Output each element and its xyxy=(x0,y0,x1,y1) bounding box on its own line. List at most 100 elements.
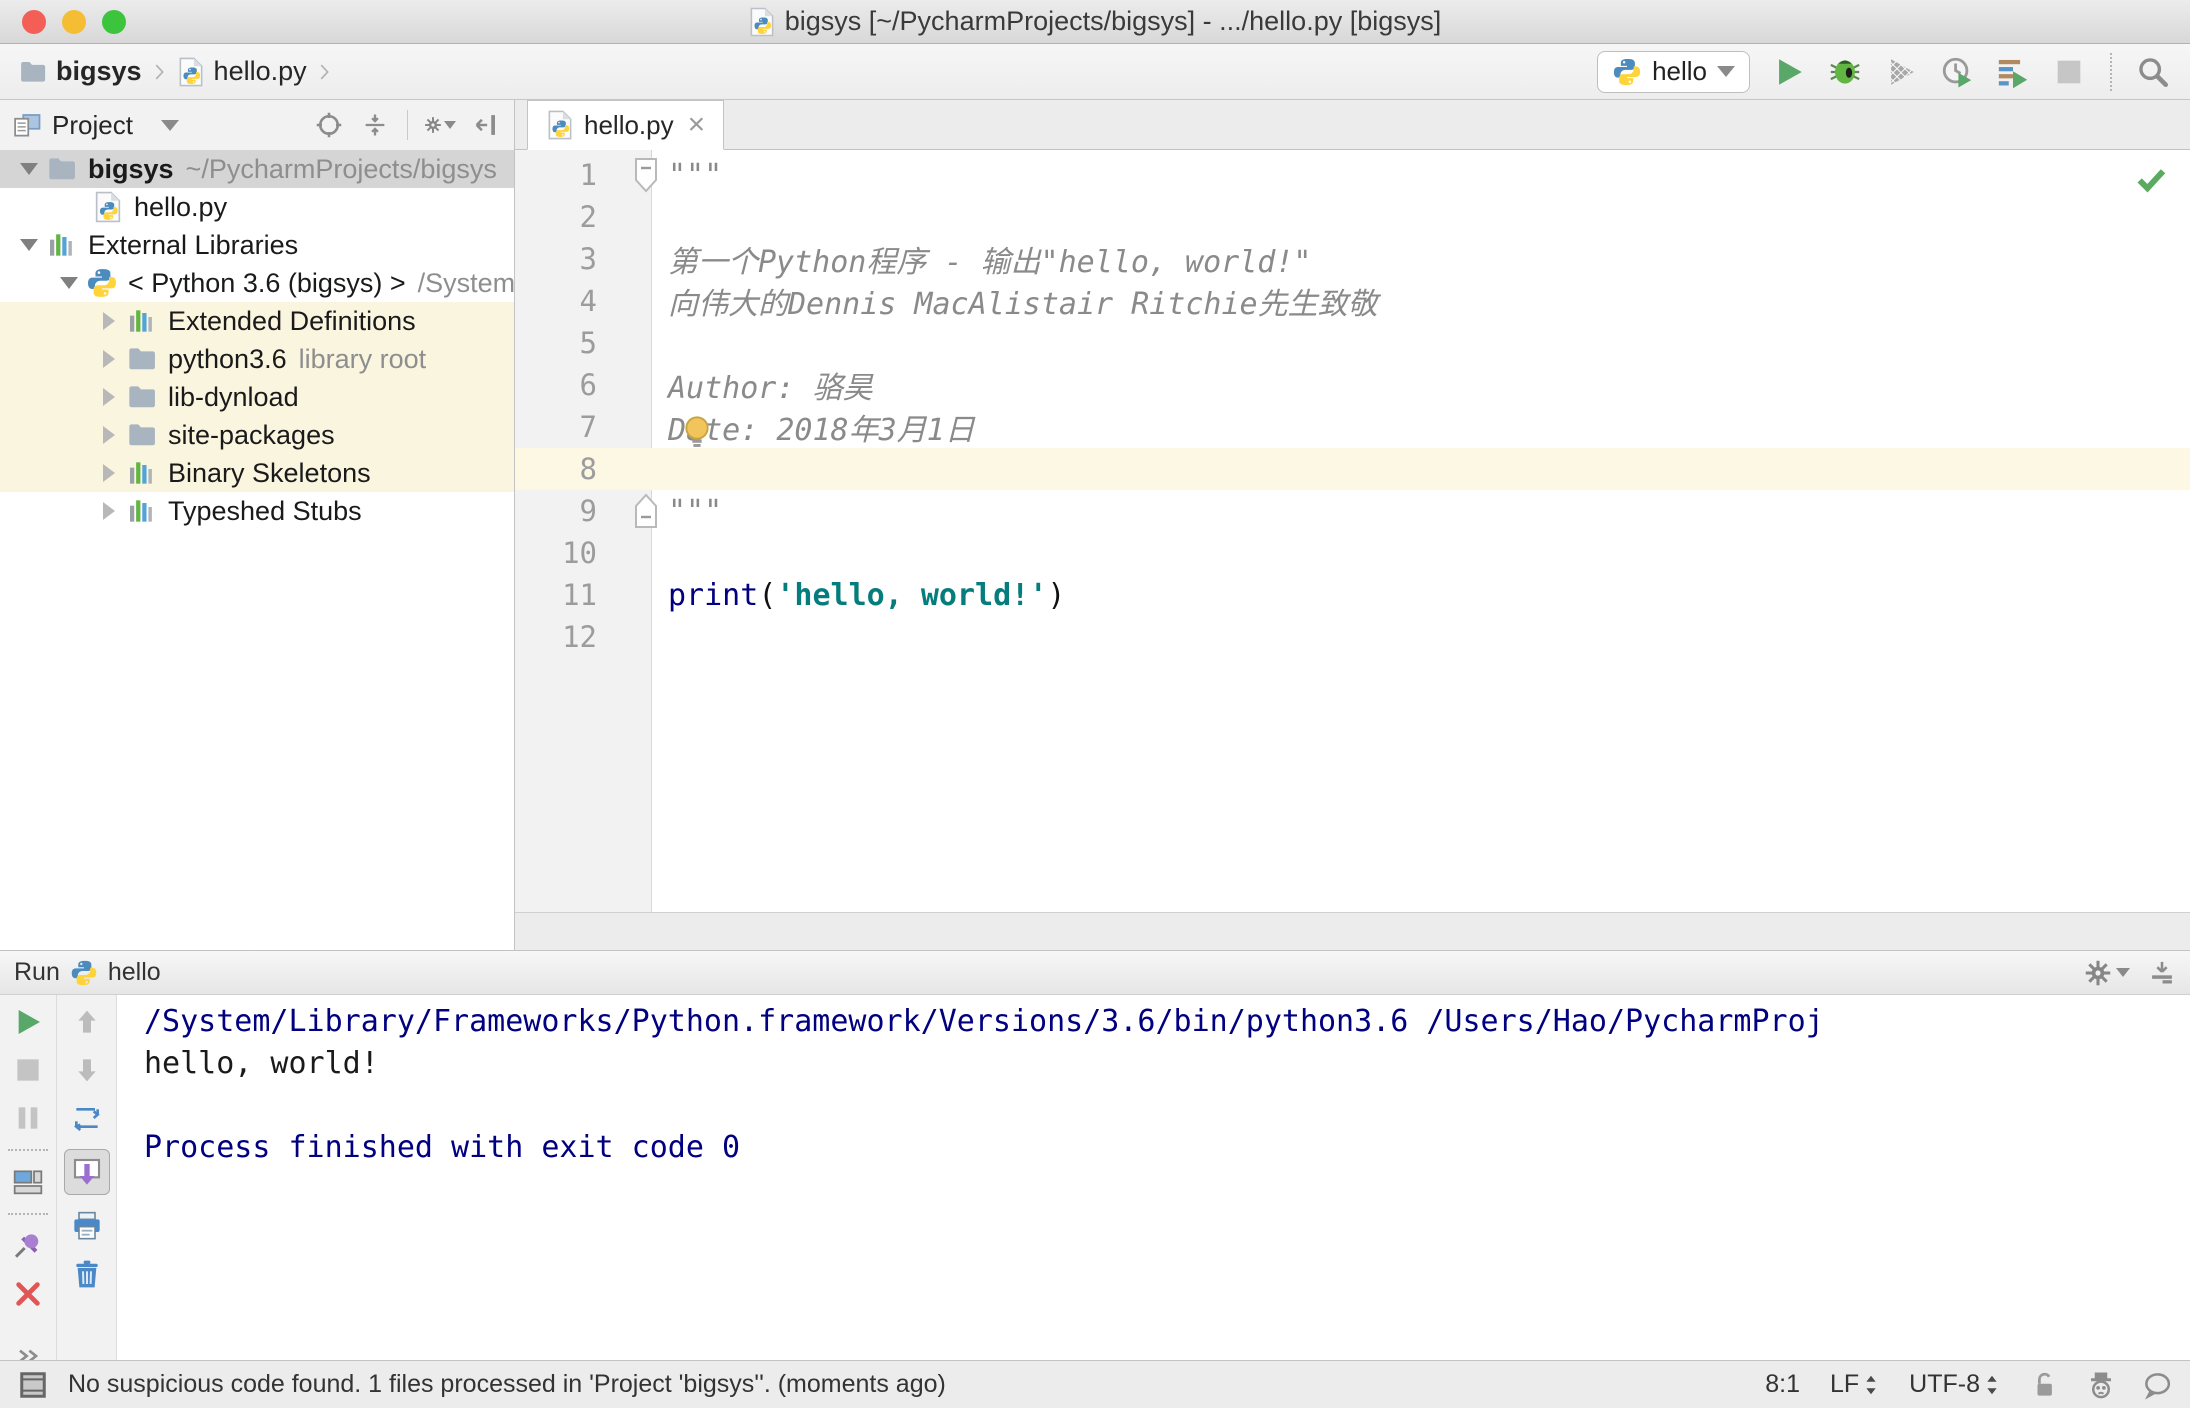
tree-item-extended-definitions[interactable]: Extended Definitions xyxy=(0,302,514,340)
project-tool-window: Project bigsys ~/PycharmProjects/bigsys he… xyxy=(0,100,515,950)
encoding-widget[interactable]: UTF-8 xyxy=(1909,1370,2000,1399)
tree-toggle-expanded-icon[interactable] xyxy=(12,163,46,175)
tab-label: hello.py xyxy=(584,109,674,140)
profiler-button[interactable] xyxy=(1938,53,1976,91)
code-line-3[interactable]: 3 第一个Python程序 - 输出"hello, world!" xyxy=(515,238,2190,280)
run-with-coverage-button[interactable] xyxy=(1882,53,1920,91)
tree-toggle-collapsed-icon[interactable] xyxy=(92,350,126,368)
scroll-to-end-button[interactable] xyxy=(63,1149,110,1195)
breadcrumb-hello-py[interactable]: hello.py xyxy=(176,56,307,87)
stop-button[interactable] xyxy=(2050,53,2088,91)
run-configuration-select[interactable]: hello xyxy=(1597,50,1750,93)
caret-position-widget[interactable]: 8:1 xyxy=(1765,1370,1800,1399)
chevron-down-icon xyxy=(444,121,456,129)
settings-button[interactable] xyxy=(2084,959,2130,987)
tree-item-lib-dynload[interactable]: lib-dynload xyxy=(0,378,514,416)
code-line-12[interactable]: 12 xyxy=(515,616,2190,658)
close-tab-icon[interactable]: × xyxy=(688,110,706,140)
chevron-down-icon[interactable] xyxy=(160,119,179,131)
code-line-5[interactable]: 5 xyxy=(515,322,2190,364)
tree-item-binary-skeletons[interactable]: Binary Skeletons xyxy=(0,454,514,492)
up-icon xyxy=(71,1006,103,1038)
restore-layout-button[interactable] xyxy=(11,1165,45,1199)
zoom-window-button[interactable] xyxy=(102,10,126,34)
tree-item-site-packages[interactable]: site-packages xyxy=(0,416,514,454)
settings-button[interactable] xyxy=(424,109,456,141)
tree-toggle-collapsed-icon[interactable] xyxy=(92,388,126,406)
tree-toggle-collapsed-icon[interactable] xyxy=(92,464,126,482)
concurrency-diagram-button[interactable] xyxy=(1994,53,2032,91)
hide-panel-button[interactable] xyxy=(470,109,502,141)
project-panel-header: Project xyxy=(0,100,514,150)
code-line-9[interactable]: 9 """ xyxy=(515,490,2190,532)
code-line-11[interactable]: 11 print('hello, world!') xyxy=(515,574,2190,616)
code-line-2[interactable]: 2 xyxy=(515,196,2190,238)
tree-toggle-collapsed-icon[interactable] xyxy=(92,426,126,444)
chevron-down-icon xyxy=(2116,968,2130,977)
chevron-right-icon xyxy=(148,59,170,85)
run-button[interactable] xyxy=(1770,53,1808,91)
toolwindow-switcher-icon[interactable] xyxy=(18,1370,48,1400)
down-icon xyxy=(71,1054,103,1086)
code-line-7[interactable]: 7 Date: 2018年3月1日 xyxy=(515,406,2190,448)
search-everywhere-button[interactable] xyxy=(2134,53,2172,91)
python-file-icon xyxy=(749,7,775,37)
fold-marker-start-icon[interactable] xyxy=(633,157,659,193)
intention-bulb-icon[interactable] xyxy=(681,414,713,458)
tree-item-python-3-6-bigsys[interactable]: < Python 3.6 (bigsys) >/System xyxy=(0,264,514,302)
minimize-window-button[interactable] xyxy=(62,10,86,34)
code-line-10[interactable]: 10 xyxy=(515,532,2190,574)
tree-item-hello-py[interactable]: hello.py xyxy=(0,188,514,226)
tree-toggle-collapsed-icon[interactable] xyxy=(92,502,126,520)
editor-tab-bar: hello.py × xyxy=(515,100,2190,150)
run-with-coverage-icon xyxy=(1884,55,1918,89)
collapse-all-button[interactable] xyxy=(359,109,391,141)
console-line: /System/Library/Frameworks/Python.framew… xyxy=(144,1004,1824,1039)
concurrency-diagram-icon xyxy=(1996,55,2030,89)
console-toolbar xyxy=(57,995,117,1360)
up-button[interactable] xyxy=(70,1005,104,1039)
tab-hello-py[interactable]: hello.py × xyxy=(527,100,725,150)
soft-wrap-button[interactable] xyxy=(70,1101,104,1135)
tree-toggle-expanded-icon[interactable] xyxy=(52,277,86,289)
inspections-ok-icon[interactable] xyxy=(2134,162,2168,196)
pin-button[interactable] xyxy=(11,1229,45,1263)
status-bar: No suspicious code found. 1 files proces… xyxy=(0,1360,2190,1408)
code-line-4[interactable]: 4 向伟大的Dennis MacAlistair Ritchie先生致敬 xyxy=(515,280,2190,322)
tree-toggle-collapsed-icon[interactable] xyxy=(92,312,126,330)
run-panel-header: Run hello xyxy=(0,950,2190,995)
fold-marker-end-icon[interactable] xyxy=(633,493,659,529)
line-separator-widget[interactable]: LF xyxy=(1830,1370,1879,1399)
project-panel-title[interactable]: Project xyxy=(52,110,133,141)
code-editor[interactable]: 1 """ 2 3 第一个Python程序 - 输出"hello, world!" 4 向伟… xyxy=(515,150,2190,912)
code-line-8[interactable]: 8 xyxy=(515,448,2190,490)
tree-item-external-libraries[interactable]: External Libraries xyxy=(0,226,514,264)
stop-button[interactable] xyxy=(11,1053,45,1087)
code-line-6[interactable]: 6 Author: 骆昊 xyxy=(515,364,2190,406)
dock-button[interactable] xyxy=(2148,959,2176,987)
tree-item-python3-6[interactable]: python3.6 library root xyxy=(0,340,514,378)
clear-button[interactable] xyxy=(70,1257,104,1291)
breadcrumb-bigsys[interactable]: bigsys xyxy=(18,56,142,87)
close-button[interactable] xyxy=(11,1277,45,1311)
print-button[interactable] xyxy=(70,1209,104,1243)
pause-button[interactable] xyxy=(11,1101,45,1135)
code-line-1[interactable]: 1 """ xyxy=(515,154,2190,196)
hector-icon[interactable] xyxy=(2086,1370,2116,1400)
python-icon xyxy=(70,959,98,987)
event-bubble-icon[interactable] xyxy=(2142,1370,2172,1400)
down-button[interactable] xyxy=(70,1053,104,1087)
run-console-output[interactable]: /System/Library/Frameworks/Python.framew… xyxy=(117,995,2190,1360)
tree-item-bigsys[interactable]: bigsys ~/PycharmProjects/bigsys xyxy=(0,150,514,188)
locate-button[interactable] xyxy=(313,109,345,141)
rerun-button[interactable] xyxy=(11,1005,45,1039)
more-button[interactable] xyxy=(11,1339,45,1360)
debug-button[interactable] xyxy=(1826,53,1864,91)
close-window-button[interactable] xyxy=(22,10,46,34)
lib-icon xyxy=(126,457,158,489)
lock-icon[interactable] xyxy=(2030,1370,2060,1400)
tree-item-typeshed-stubs[interactable]: Typeshed Stubs xyxy=(0,492,514,530)
line-number: 5 xyxy=(579,326,597,360)
tree-toggle-expanded-icon[interactable] xyxy=(12,239,46,251)
